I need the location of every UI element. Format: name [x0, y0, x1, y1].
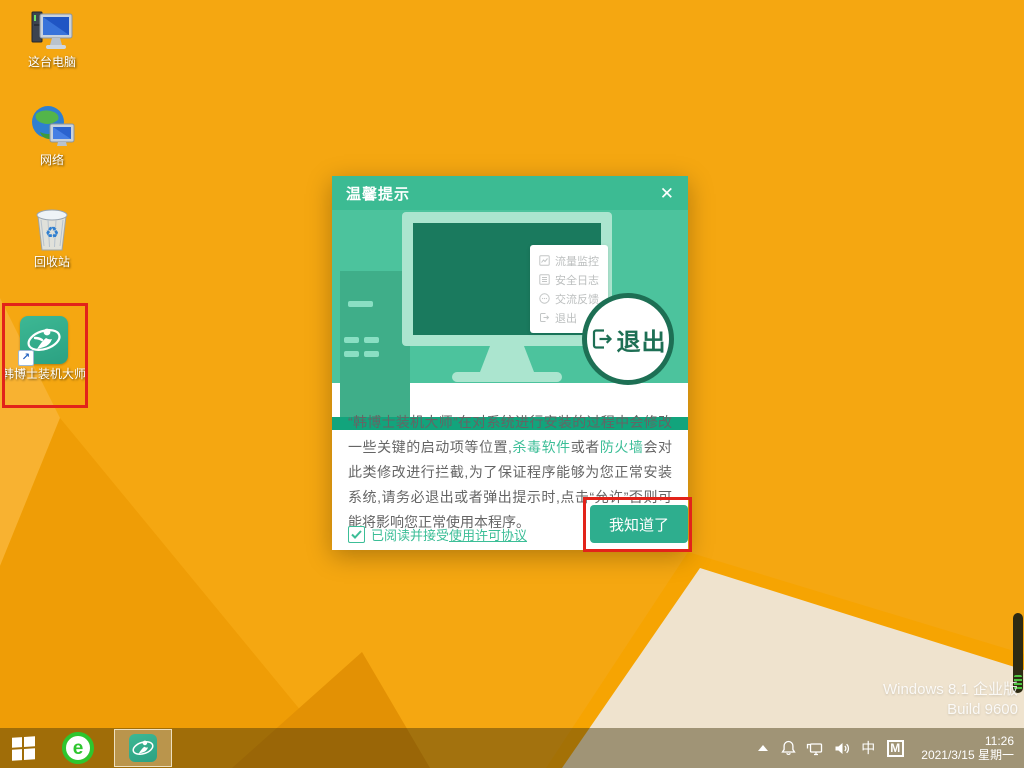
network-icon — [10, 104, 94, 150]
tower-vent — [364, 337, 379, 343]
tray-bell-icon[interactable] — [775, 728, 801, 768]
desktop-icon-this-pc[interactable]: 这台电脑 — [10, 6, 94, 70]
start-button[interactable] — [0, 728, 46, 768]
monitor-stand-base — [452, 372, 562, 382]
annotation-box-confirm-button — [583, 497, 692, 552]
exit-magnifier-badge: 退出 — [582, 293, 674, 385]
this-pc-icon — [10, 6, 94, 52]
desktop-icon-label: 这台电脑 — [10, 55, 94, 70]
browser-e-icon: e — [62, 732, 94, 764]
license-agree-row: 已阅读并接受使用许可协议 — [348, 525, 527, 544]
menu-item-label: 退出 — [555, 310, 577, 326]
menu-item-log: 安全日志 — [539, 270, 608, 289]
chart-icon — [539, 255, 550, 266]
tray-ime-mode[interactable]: M — [881, 728, 909, 768]
svg-text:♻: ♻ — [45, 225, 59, 242]
message-segment: 或者 — [571, 439, 600, 455]
desktop-icon-label: 回收站 — [10, 255, 94, 270]
clock-date: 2021/3/15 星期一 — [921, 748, 1014, 762]
comment-icon — [539, 293, 550, 304]
list-icon — [539, 274, 550, 285]
annotation-box-app-icon — [2, 303, 88, 408]
tray-ime-language[interactable]: 中 — [855, 728, 881, 768]
ime-mode-badge: M — [887, 740, 904, 757]
taskbar-hanboshi-button[interactable] — [114, 729, 172, 767]
desktop-icon-network[interactable]: 网络 — [10, 104, 94, 168]
tray-volume-icon[interactable] — [828, 728, 855, 768]
dialog-titlebar: 温馨提示 ✕ — [332, 176, 688, 210]
license-agreement-link[interactable]: 使用许可协议 — [449, 525, 527, 544]
menu-item-traffic: 流量监控 — [539, 251, 608, 270]
checkbox-label: 已阅读并接受 — [371, 525, 449, 544]
windows-logo-icon — [12, 736, 35, 761]
taskbar: e 中 M 11:26 2021/3/15 星期一 — [0, 728, 1024, 768]
message-accent-antivirus: 杀毒软件 — [512, 439, 571, 455]
exit-icon — [590, 327, 614, 351]
monitor-stand — [480, 346, 534, 372]
tower-vent — [344, 351, 359, 357]
desktop-icon-label: 网络 — [10, 153, 94, 168]
system-tray: 中 M 11:26 2021/3/15 星期一 — [751, 728, 1024, 768]
tips-dialog: 温馨提示 ✕ 流量监控 安全日志 交流反馈 — [332, 176, 688, 550]
recycle-bin-icon: ♻ — [10, 206, 94, 252]
message-accent-firewall: 防火墙 — [600, 439, 644, 455]
windows-watermark: Windows 8.1 企业版 Build 9600 — [883, 680, 1018, 720]
desktop-icon-recycle-bin[interactable]: ♻ 回收站 — [10, 206, 94, 270]
hanboshi-taskbar-icon — [129, 734, 157, 762]
taskbar-browser-button[interactable]: e — [56, 728, 100, 768]
browser-letter: e — [73, 739, 84, 758]
check-icon — [351, 530, 362, 539]
exit-badge-label: 退出 — [617, 322, 667, 357]
menu-item-label: 交流反馈 — [555, 291, 599, 307]
tray-chevron-up-icon[interactable] — [751, 728, 775, 768]
dialog-title: 温馨提示 — [346, 183, 410, 204]
tower-vent — [364, 351, 379, 357]
menu-item-label: 流量监控 — [555, 253, 599, 269]
tray-network-icon[interactable] — [801, 728, 828, 768]
tower-vent — [348, 301, 373, 307]
menu-item-label: 安全日志 — [555, 272, 599, 288]
tower-vent — [344, 337, 359, 343]
exit-icon — [539, 312, 550, 323]
clock-time: 11:26 — [921, 734, 1014, 748]
dialog-illustration: 流量监控 安全日志 交流反馈 退出 退出 — [332, 210, 688, 383]
watermark-edition: Windows 8.1 企业版 — [883, 680, 1018, 700]
close-icon[interactable]: ✕ — [660, 185, 674, 202]
taskbar-clock[interactable]: 11:26 2021/3/15 星期一 — [921, 734, 1014, 762]
watermark-build: Build 9600 — [883, 700, 1018, 720]
license-checkbox[interactable] — [348, 526, 365, 543]
